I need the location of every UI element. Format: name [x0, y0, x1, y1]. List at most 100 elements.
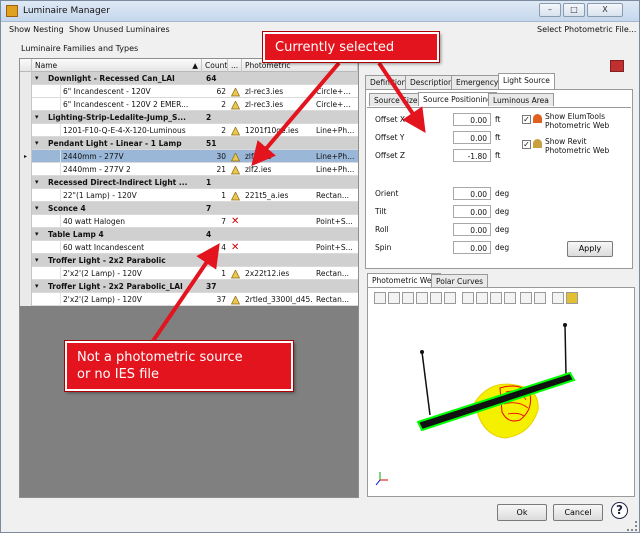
view-front-icon[interactable]	[388, 292, 400, 304]
orient-input[interactable]: 0.00	[453, 187, 491, 200]
ies-lamp-icon[interactable]	[229, 85, 242, 98]
roll-input[interactable]: 0.00	[453, 223, 491, 236]
show-revit-web-checkbox[interactable]: ✓	[522, 140, 531, 149]
apply-button[interactable]: Apply	[567, 241, 613, 257]
maximize-button[interactable]: □	[563, 3, 585, 17]
offset-x-input[interactable]: 0.00	[453, 113, 491, 126]
render-icon[interactable]	[566, 292, 578, 304]
tab-description[interactable]: Description	[405, 75, 458, 89]
table-row[interactable]: 2'x2'(2 Lamp) - 120V 37 2rtled_3300l_d45..…	[20, 293, 358, 306]
group-row[interactable]: ▾ Lighting-Strip-Ledalite-Jump_S... 2	[20, 111, 358, 124]
menu-show-unused-luminaires[interactable]: Show Unused Luminaires	[69, 25, 170, 34]
tilt-input[interactable]: 0.00	[453, 205, 491, 218]
ies-file-name[interactable]: zl-rec3.ies	[243, 98, 313, 111]
view-back-icon[interactable]	[416, 292, 428, 304]
rotate-up-icon[interactable]	[476, 292, 488, 304]
ies-file-name[interactable]: zl-rec3.ies	[243, 85, 313, 98]
row-header[interactable]	[20, 241, 32, 254]
group-row[interactable]: ▾ Table Lamp 4 4	[20, 228, 358, 241]
zoom-extents-icon[interactable]	[534, 292, 546, 304]
group-row[interactable]: ▾ Troffer Light - 2x2 Parabolic 1	[20, 254, 358, 267]
view-top-icon[interactable]	[374, 292, 386, 304]
row-header[interactable]	[20, 85, 32, 98]
row-header[interactable]	[20, 189, 32, 202]
ies-lamp-icon[interactable]	[229, 98, 242, 111]
group-row[interactable]: ▾ Sconce 4 7	[20, 202, 358, 215]
ies-file-name[interactable]: 221t5_a.ies	[243, 189, 313, 202]
row-header[interactable]	[20, 228, 32, 241]
ies-lamp-icon[interactable]	[229, 124, 242, 137]
ies-lamp-icon[interactable]	[229, 163, 242, 176]
close-button[interactable]: X	[587, 3, 623, 17]
row-header[interactable]	[20, 293, 32, 306]
group-row[interactable]: ▾ Recessed Direct-Indirect Light ... 1	[20, 176, 358, 189]
collapse-toggle-icon[interactable]: ▾	[35, 282, 39, 290]
collapse-toggle-icon[interactable]: ▾	[35, 178, 39, 186]
column-header-name[interactable]: Name ▲	[32, 59, 202, 72]
row-header[interactable]	[20, 137, 32, 150]
ies-file-name[interactable]: zlf2.ies	[243, 163, 313, 176]
subtab-source-size[interactable]: Source Size	[369, 93, 423, 106]
photometric-web-3d-view[interactable]	[370, 310, 632, 495]
collapse-toggle-icon[interactable]: ▾	[35, 139, 39, 147]
column-header-more[interactable]: ...	[228, 59, 242, 72]
ies-file-name[interactable]: zlf1.ies	[243, 150, 313, 163]
table-row[interactable]: 2440mm - 277V 2 21 zlf2.ies Line+Ph...	[20, 163, 358, 176]
show-elumtools-web-checkbox[interactable]: ✓	[522, 115, 531, 124]
ies-file-name[interactable]	[243, 241, 313, 254]
ies-lamp-icon[interactable]	[229, 189, 242, 202]
collapse-toggle-icon[interactable]: ▾	[35, 113, 39, 121]
ok-button[interactable]: Ok	[497, 504, 547, 521]
tab-polar-curves[interactable]: Polar Curves	[431, 274, 489, 287]
tab-light-source[interactable]: Light Source	[498, 73, 555, 89]
table-row[interactable]: 2'x2'(2 Lamp) - 120V 1 2x22t12.ies Rectan..…	[20, 267, 358, 280]
table-row[interactable]: 60 watt Incandescent 4 ✕ Point+S...	[20, 241, 358, 254]
ies-file-name[interactable]	[243, 215, 313, 228]
view-right-icon[interactable]	[430, 292, 442, 304]
offset-z-input[interactable]: -1.80	[453, 149, 491, 162]
row-header[interactable]	[20, 163, 32, 176]
minimize-button[interactable]: –	[539, 3, 561, 17]
ies-lamp-icon[interactable]	[229, 150, 242, 163]
resize-grip-icon[interactable]	[627, 521, 637, 531]
no-ies-x-icon[interactable]: ✕	[229, 241, 242, 254]
ies-file-name[interactable]: 2x22t12.ies	[243, 267, 313, 280]
collapse-toggle-icon[interactable]: ▾	[35, 256, 39, 264]
cancel-button[interactable]: Cancel	[553, 504, 603, 521]
table-row[interactable]: 6" Incandescent - 120V 62 zl-rec3.ies Circl…	[20, 85, 358, 98]
collapse-toggle-icon[interactable]: ▾	[35, 74, 39, 82]
table-row[interactable]: ▸ 2440mm - 277V 30 zlf1.ies Line+Ph...	[20, 150, 358, 163]
subtab-luminous-area[interactable]: Luminous Area	[488, 93, 554, 106]
title-bar[interactable]: Luminaire Manager – □ X	[1, 1, 639, 22]
ies-lamp-icon[interactable]	[229, 267, 242, 280]
table-row[interactable]: 1201-F10-Q-E-4-X-120-Luminous 2 1201f10qe.…	[20, 124, 358, 137]
offset-y-input[interactable]: 0.00	[453, 131, 491, 144]
pan-icon[interactable]	[520, 292, 532, 304]
rotate-left-icon[interactable]	[462, 292, 474, 304]
zoom-icon[interactable]	[552, 292, 564, 304]
row-current-indicator-icon[interactable]: ▸	[20, 150, 32, 163]
table-row[interactable]: 6" Incandescent - 120V 2 EMER... 2 zl-rec3…	[20, 98, 358, 111]
table-row[interactable]: 22"(1 Lamp) - 120V 1 221t5_a.ies Rectan...	[20, 189, 358, 202]
menu-show-nesting[interactable]: Show Nesting	[9, 25, 64, 34]
ies-file-name[interactable]: 1201f10qe.ies	[243, 124, 313, 137]
ies-file-name[interactable]: 2rtled_3300l_d45...	[243, 293, 313, 306]
spin-input[interactable]: 0.00	[453, 241, 491, 254]
row-header[interactable]	[20, 280, 32, 293]
row-header[interactable]	[20, 72, 32, 85]
group-row[interactable]: ▾ Downlight - Recessed Can_LAI 64	[20, 72, 358, 85]
row-header[interactable]	[20, 267, 32, 280]
column-header-count[interactable]: Count	[202, 59, 228, 72]
view-side-icon[interactable]	[402, 292, 414, 304]
ies-lamp-icon[interactable]	[229, 293, 242, 306]
rotate-down-icon[interactable]	[490, 292, 502, 304]
collapse-toggle-icon[interactable]: ▾	[35, 204, 39, 212]
group-row[interactable]: ▾ Troffer Light - 2x2 Parabolic_LAI 37	[20, 280, 358, 293]
view-bottom-icon[interactable]	[444, 292, 456, 304]
row-header[interactable]	[20, 124, 32, 137]
row-header[interactable]	[20, 215, 32, 228]
help-icon[interactable]: ?	[611, 502, 628, 519]
collapse-toggle-icon[interactable]: ▾	[35, 230, 39, 238]
rotate-right-icon[interactable]	[504, 292, 516, 304]
row-header[interactable]	[20, 176, 32, 189]
